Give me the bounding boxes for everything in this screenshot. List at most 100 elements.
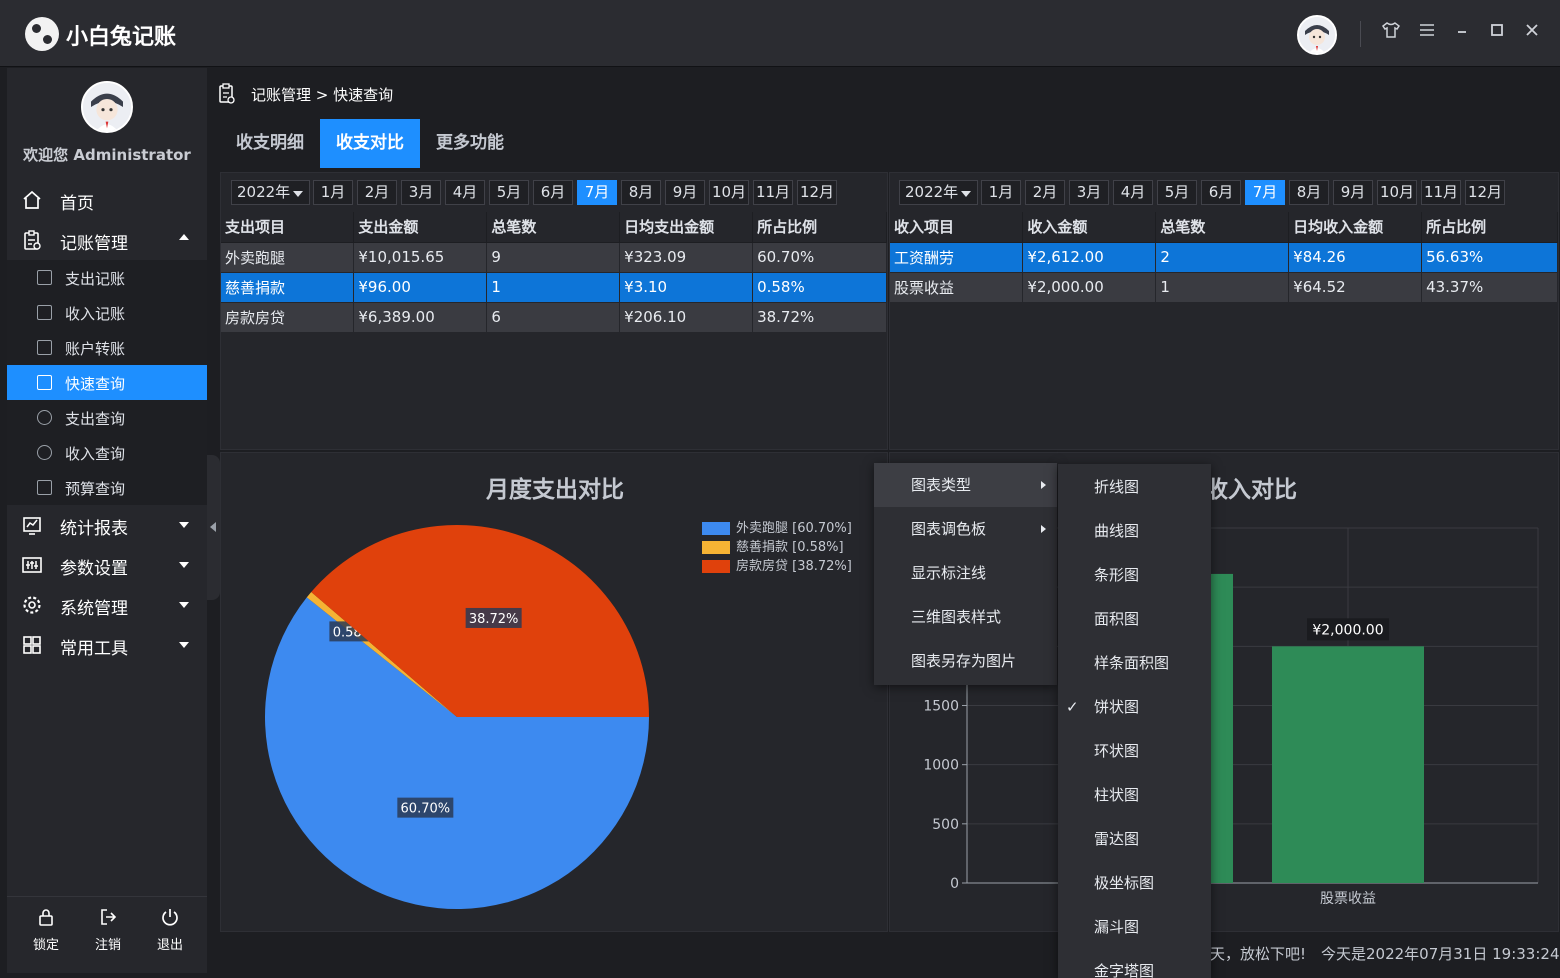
year-select[interactable]: 2022年 xyxy=(231,180,310,205)
legend-item[interactable]: 外卖跑腿 [60.70%] xyxy=(702,519,852,538)
table-cell: ¥2,000.00 xyxy=(1022,272,1157,303)
tab-more[interactable]: 更多功能 xyxy=(420,119,520,168)
month-button[interactable]: 8月 xyxy=(1289,180,1329,205)
month-button[interactable]: 5月 xyxy=(1157,180,1197,205)
table-row-selected[interactable]: 慈善捐款 ¥96.00 1 ¥3.10 0.58% xyxy=(221,272,887,303)
sidebar-item-transfer[interactable]: 账户转账 xyxy=(7,330,207,365)
year-select[interactable]: 2022年 xyxy=(899,180,978,205)
nav-tools[interactable]: 常用工具 xyxy=(7,626,207,664)
month-button-selected[interactable]: 7月 xyxy=(1245,180,1285,205)
month-button[interactable]: 1月 xyxy=(981,180,1021,205)
month-button[interactable]: 12月 xyxy=(797,180,837,205)
sidebar-item-quick-query[interactable]: 快速查询 xyxy=(7,365,207,400)
column-header[interactable]: 所占比例 xyxy=(1421,212,1558,243)
sidebar-collapse-handle[interactable] xyxy=(207,455,220,600)
lock-label: 锁定 xyxy=(32,938,59,953)
table-row-selected[interactable]: 工资酬劳 ¥2,612.00 2 ¥84.26 56.63% xyxy=(890,242,1558,273)
menu-item-column[interactable]: 柱状图 xyxy=(1058,773,1211,817)
month-button[interactable]: 3月 xyxy=(401,180,441,205)
app-title: 小白兔记账 xyxy=(66,25,177,50)
close-icon[interactable] xyxy=(1519,20,1545,46)
nav-reports[interactable]: 统计报表 xyxy=(7,506,207,544)
table-cell: 股票收益 xyxy=(890,272,1024,303)
column-header[interactable]: 支出项目 xyxy=(221,212,355,243)
menu-item-3d-style[interactable]: 三维图表样式 xyxy=(874,595,1057,639)
clipboard-icon xyxy=(219,83,235,104)
month-button[interactable]: 10月 xyxy=(1377,180,1417,205)
column-header[interactable]: 总笔数 xyxy=(486,212,621,243)
tab-detail[interactable]: 收支明细 xyxy=(220,119,320,168)
column-header[interactable]: 收入项目 xyxy=(890,212,1024,243)
minimize-icon[interactable] xyxy=(1449,20,1475,46)
month-button[interactable]: 10月 xyxy=(709,180,749,205)
month-button[interactable]: 2月 xyxy=(1025,180,1065,205)
table-row[interactable]: 外卖跑腿 ¥10,015.65 9 ¥323.09 60.70% xyxy=(221,242,887,273)
menu-item-chart-type[interactable]: 图表类型 xyxy=(874,463,1057,507)
sidebar-item-income-entry[interactable]: 收入记账 xyxy=(7,295,207,330)
avatar[interactable] xyxy=(1297,15,1337,55)
month-button[interactable]: 6月 xyxy=(1201,180,1241,205)
menu-item-save-image[interactable]: 图表另存为图片 xyxy=(874,639,1057,683)
menu-item-doughnut[interactable]: 环状图 xyxy=(1058,729,1211,773)
avatar[interactable] xyxy=(81,81,133,133)
column-header[interactable]: 总笔数 xyxy=(1155,212,1290,243)
month-button[interactable]: 4月 xyxy=(1113,180,1153,205)
menu-item-label: 折线图 xyxy=(1094,478,1140,496)
tab-comparison[interactable]: 收支对比 xyxy=(320,119,420,168)
maximize-icon[interactable] xyxy=(1484,20,1510,46)
bar[interactable] xyxy=(1272,646,1424,883)
month-button[interactable]: 11月 xyxy=(1421,180,1461,205)
month-button[interactable]: 1月 xyxy=(313,180,353,205)
month-button[interactable]: 3月 xyxy=(1069,180,1109,205)
year-value: 2022年 xyxy=(905,183,959,201)
column-header[interactable]: 所占比例 xyxy=(752,212,887,243)
table-row[interactable]: 股票收益 ¥2,000.00 1 ¥64.52 43.37% xyxy=(890,272,1558,303)
month-button[interactable]: 2月 xyxy=(357,180,397,205)
month-button[interactable]: 8月 xyxy=(621,180,661,205)
column-header[interactable]: 日均收入金额 xyxy=(1288,212,1423,243)
sidebar-item-budget-query[interactable]: 预算查询 xyxy=(7,470,207,505)
table-cell: ¥2,612.00 xyxy=(1022,242,1157,273)
menu-icon[interactable] xyxy=(1414,20,1440,46)
nav-settings[interactable]: 参数设置 xyxy=(7,546,207,584)
sidebar-item-income-query[interactable]: 收入查询 xyxy=(7,435,207,470)
menu-item-line[interactable]: 折线图 xyxy=(1058,465,1211,509)
menu-item-bar[interactable]: 条形图 xyxy=(1058,553,1211,597)
column-header[interactable]: 收入金额 xyxy=(1022,212,1157,243)
menu-item-curve[interactable]: 曲线图 xyxy=(1058,509,1211,553)
sidebar-item-label: 收入查询 xyxy=(65,445,126,463)
menu-item-polar[interactable]: 极坐标图 xyxy=(1058,861,1211,905)
menu-item-radar[interactable]: 雷达图 xyxy=(1058,817,1211,861)
table-row[interactable]: 房款房贷 ¥6,389.00 6 ¥206.10 38.72% xyxy=(221,302,887,333)
month-button[interactable]: 12月 xyxy=(1465,180,1505,205)
menu-item-palette[interactable]: 图表调色板 xyxy=(874,507,1057,551)
month-button[interactable]: 9月 xyxy=(1333,180,1373,205)
legend-item[interactable]: 房款房贷 [38.72%] xyxy=(702,557,852,576)
sidebar-item-expense-query[interactable]: 支出查询 xyxy=(7,400,207,435)
month-button[interactable]: 11月 xyxy=(753,180,793,205)
column-header[interactable]: 日均支出金额 xyxy=(619,212,754,243)
month-button[interactable]: 4月 xyxy=(445,180,485,205)
nav-system[interactable]: 系统管理 xyxy=(7,586,207,624)
exit-button[interactable]: 退出 xyxy=(140,907,200,953)
menu-item-funnel[interactable]: 漏斗图 xyxy=(1058,905,1211,949)
legend-item[interactable]: 慈善捐款 [0.58%] xyxy=(702,538,852,557)
logout-button[interactable]: 注销 xyxy=(78,907,138,953)
menu-item-spline-area[interactable]: 样条面积图 xyxy=(1058,641,1211,685)
sidebar-item-expense-entry[interactable]: 支出记账 xyxy=(7,260,207,295)
month-button[interactable]: 6月 xyxy=(533,180,573,205)
column-header[interactable]: 支出金额 xyxy=(353,212,488,243)
menu-item-pyramid[interactable]: 金字塔图 xyxy=(1058,949,1211,978)
nav-home[interactable]: 首页 xyxy=(7,181,207,219)
menu-item-area[interactable]: 面积图 xyxy=(1058,597,1211,641)
menu-item-pie[interactable]: ✓ 饼状图 xyxy=(1058,685,1211,729)
menu-item-show-markers[interactable]: 显示标注线 xyxy=(874,551,1057,595)
lock-button[interactable]: 锁定 xyxy=(16,907,76,953)
expense-icon xyxy=(37,270,52,285)
nav-bookkeeping[interactable]: 记账管理 xyxy=(7,221,207,259)
month-button[interactable]: 9月 xyxy=(665,180,705,205)
month-button-selected[interactable]: 7月 xyxy=(577,180,617,205)
skin-icon[interactable] xyxy=(1378,20,1404,46)
month-button[interactable]: 5月 xyxy=(489,180,529,205)
chart-icon xyxy=(23,517,41,535)
